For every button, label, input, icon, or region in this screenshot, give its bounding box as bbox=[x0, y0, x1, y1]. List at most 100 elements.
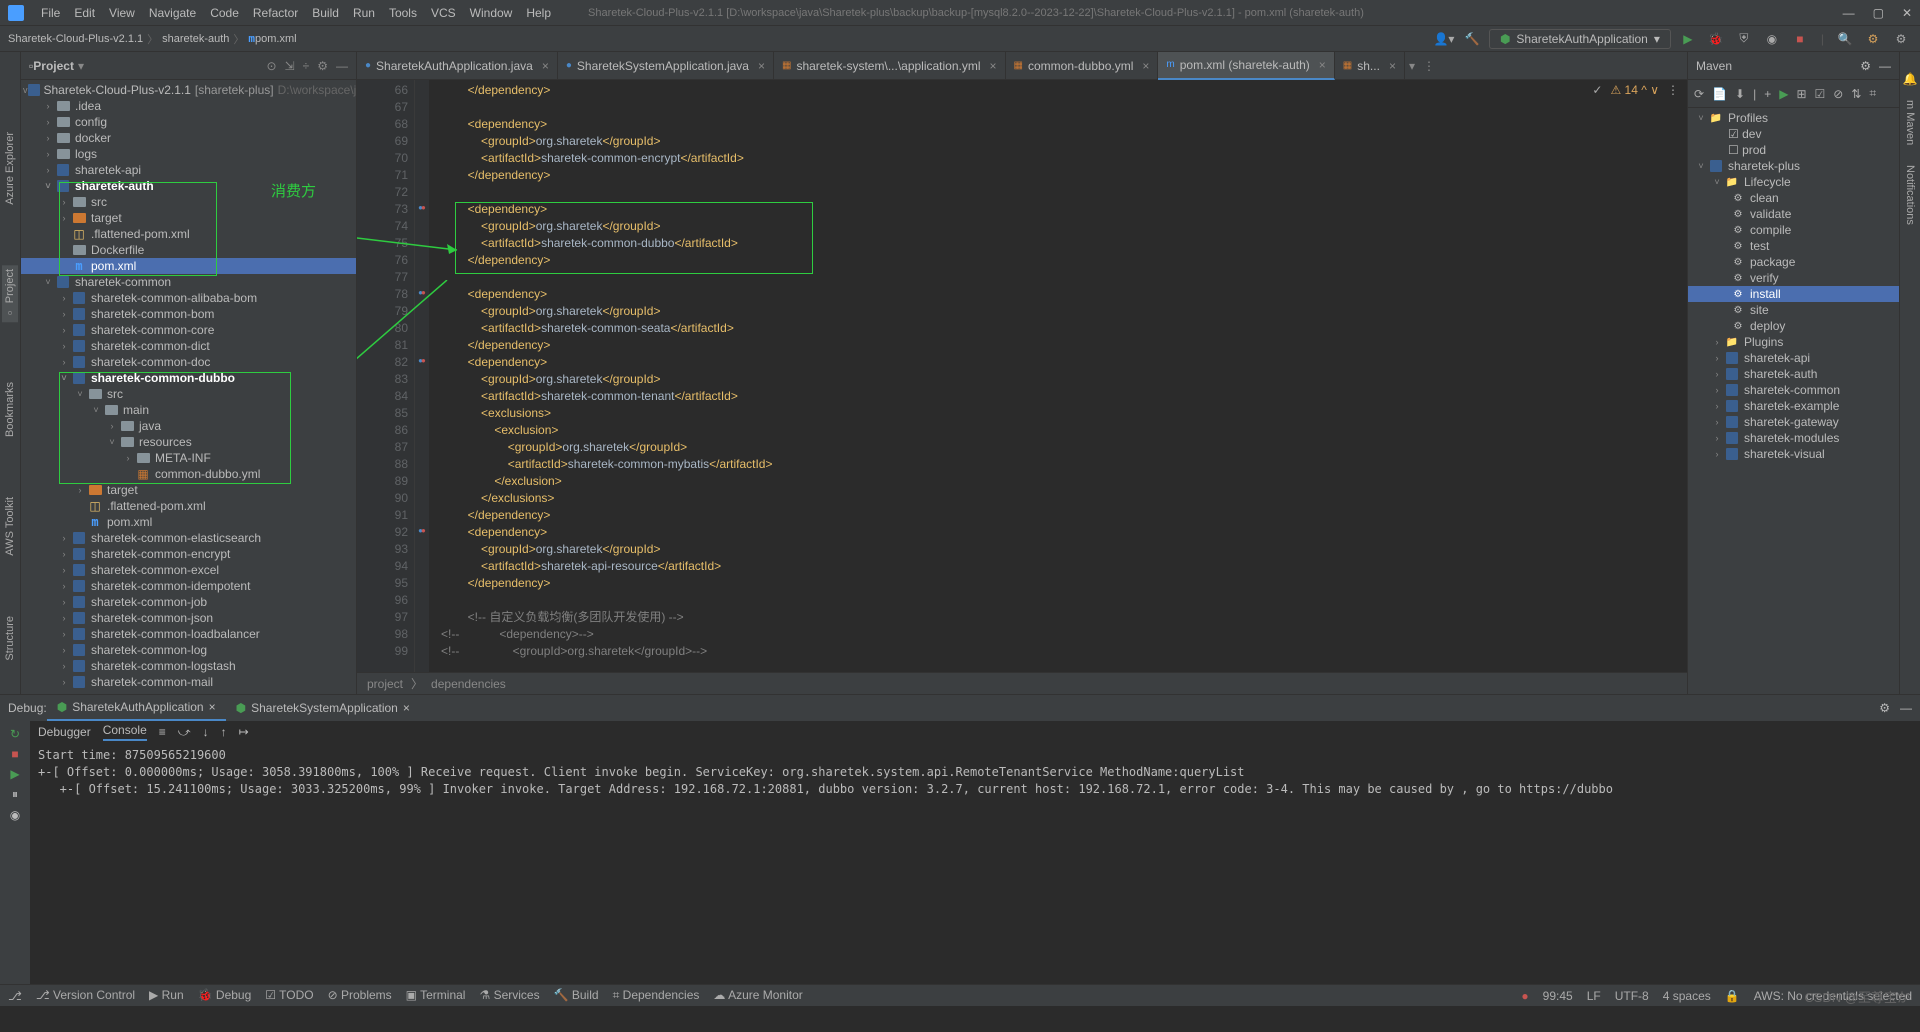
tree-item[interactable]: ˅src bbox=[21, 386, 356, 402]
tree-item[interactable]: Dockerfile bbox=[21, 242, 356, 258]
menu-run[interactable]: Run bbox=[346, 6, 382, 20]
generate-icon[interactable]: 📄 bbox=[1712, 87, 1727, 101]
menu-refactor[interactable]: Refactor bbox=[246, 6, 305, 20]
maven-goal[interactable]: ⚙deploy bbox=[1688, 318, 1899, 334]
debugger-subtab[interactable]: Debugger bbox=[38, 725, 91, 739]
status-enc[interactable]: UTF-8 bbox=[1615, 989, 1649, 1003]
breadcrumb[interactable]: Sharetek-Cloud-Plus-v2.1.1 bbox=[8, 33, 143, 45]
tree-item[interactable]: ▦common-dubbo.yml bbox=[21, 466, 356, 482]
tree-item[interactable]: ›sharetek-common-logstash bbox=[21, 658, 356, 674]
menu-view[interactable]: View bbox=[102, 6, 142, 20]
offline-icon[interactable]: ⇅ bbox=[1851, 87, 1861, 101]
hide-icon[interactable]: — bbox=[336, 59, 348, 73]
debug-tab[interactable]: ⬢SharetekSystemApplication× bbox=[226, 695, 420, 721]
step-into-icon[interactable]: ↓ bbox=[203, 725, 209, 739]
structure-tab[interactable]: Structure bbox=[4, 616, 16, 661]
tree-item[interactable]: ›target bbox=[21, 482, 356, 498]
expand-icon[interactable]: ⇲ bbox=[285, 59, 295, 73]
settings-icon[interactable]: ⚙ bbox=[1860, 59, 1871, 73]
profile-icon[interactable]: ◉ bbox=[1761, 28, 1783, 50]
maven-goal[interactable]: ⚙compile bbox=[1688, 222, 1899, 238]
maven-profiles[interactable]: ˅📁Profiles bbox=[1688, 110, 1899, 126]
maven-goal[interactable]: ⚙site bbox=[1688, 302, 1899, 318]
tree-item[interactable]: ›.idea bbox=[21, 98, 356, 114]
gear-icon[interactable]: ⚙ bbox=[1890, 28, 1912, 50]
menu-window[interactable]: Window bbox=[463, 6, 520, 20]
status-item[interactable]: ☑ TODO bbox=[265, 988, 313, 1002]
maven-goal[interactable]: ⚙verify bbox=[1688, 270, 1899, 286]
tree-item[interactable]: mpom.xml bbox=[21, 258, 356, 274]
maven-tab[interactable]: m Maven bbox=[1904, 100, 1916, 145]
settings-icon[interactable]: ⚙ bbox=[317, 59, 328, 73]
view-bp-icon[interactable]: ◉ bbox=[10, 808, 20, 822]
tree-item[interactable]: ›sharetek-common-doc bbox=[21, 354, 356, 370]
tree-item[interactable]: ›sharetek-common-dict bbox=[21, 338, 356, 354]
maven-goal[interactable]: ⚙clean bbox=[1688, 190, 1899, 206]
maven-module[interactable]: ›sharetek-auth bbox=[1688, 366, 1899, 382]
settings-icon[interactable]: ⚙ bbox=[1879, 701, 1890, 715]
maven-module[interactable]: ›sharetek-api bbox=[1688, 350, 1899, 366]
hide-icon[interactable]: — bbox=[1900, 701, 1912, 715]
more-icon[interactable]: ≡ bbox=[159, 725, 166, 739]
maven-goal[interactable]: ⚙validate bbox=[1688, 206, 1899, 222]
coverage-icon[interactable]: ⛨ bbox=[1733, 28, 1755, 50]
status-item[interactable]: ▣ Terminal bbox=[406, 988, 466, 1002]
rerun-icon[interactable]: ↻ bbox=[10, 727, 20, 741]
notifications-tab[interactable]: Notifications bbox=[1904, 165, 1916, 225]
maven-module[interactable]: ›sharetek-visual bbox=[1688, 446, 1899, 462]
tree-item[interactable]: ›sharetek-common-log bbox=[21, 642, 356, 658]
tree-item[interactable]: ›docker bbox=[21, 130, 356, 146]
status-indent[interactable]: 4 spaces bbox=[1663, 989, 1711, 1003]
run-config-selector[interactable]: ⬢ SharetekAuthApplication ▾ bbox=[1489, 29, 1671, 49]
tree-item[interactable]: ›config bbox=[21, 114, 356, 130]
project-tab[interactable]: ▫ Project bbox=[2, 265, 18, 322]
menu-edit[interactable]: Edit bbox=[67, 6, 102, 20]
stop-icon[interactable]: ■ bbox=[1789, 28, 1811, 50]
users-icon[interactable]: 👤▾ bbox=[1433, 28, 1455, 50]
warning-badge[interactable]: ⚠ 14 ^ ∨ bbox=[1610, 83, 1659, 97]
menu-code[interactable]: Code bbox=[203, 6, 246, 20]
show-deps-icon[interactable]: ⌗ bbox=[1869, 86, 1876, 101]
resume-icon[interactable]: ▶ bbox=[10, 767, 19, 781]
hide-icon[interactable]: — bbox=[1879, 59, 1891, 73]
tree-item[interactable]: ◫.flattened-pom.xml bbox=[21, 498, 356, 514]
status-item[interactable]: ⚗ Services bbox=[479, 988, 539, 1002]
tree-item[interactable]: ›sharetek-common-core bbox=[21, 322, 356, 338]
tree-item[interactable]: mpom.xml bbox=[21, 514, 356, 530]
maven-module[interactable]: ›sharetek-gateway bbox=[1688, 414, 1899, 430]
azure-explorer-tab[interactable]: Azure Explorer bbox=[4, 132, 16, 205]
download-icon[interactable]: ⬇ bbox=[1735, 87, 1745, 101]
tree-item[interactable]: ›logs bbox=[21, 146, 356, 162]
menu-navigate[interactable]: Navigate bbox=[142, 6, 203, 20]
minimize-icon[interactable]: — bbox=[1843, 6, 1855, 20]
maven-module[interactable]: ›sharetek-modules bbox=[1688, 430, 1899, 446]
run-to-cursor-icon[interactable]: ↦ bbox=[239, 725, 249, 739]
tree-item[interactable]: ›sharetek-common-elasticsearch bbox=[21, 530, 356, 546]
maven-module[interactable]: ›sharetek-example bbox=[1688, 398, 1899, 414]
debug-tab[interactable]: ⬢SharetekAuthApplication× bbox=[47, 695, 226, 721]
maximize-icon[interactable]: ▢ bbox=[1873, 6, 1884, 20]
status-item[interactable]: ☁ Azure Monitor bbox=[713, 988, 802, 1002]
run-icon[interactable]: ▶ bbox=[1779, 87, 1788, 101]
tree-item[interactable]: ˅sharetek-common-dubbo bbox=[21, 370, 356, 386]
stop-icon[interactable]: ■ bbox=[11, 747, 18, 761]
tree-item[interactable]: ›sharetek-common-alibaba-bom bbox=[21, 290, 356, 306]
editor-tab[interactable]: ▦common-dubbo.yml× bbox=[1006, 52, 1159, 80]
tree-item[interactable]: ›sharetek-common-encrypt bbox=[21, 546, 356, 562]
tab-list-icon[interactable]: ⋮ bbox=[1423, 59, 1435, 73]
status-item[interactable]: ▶ Run bbox=[149, 988, 184, 1002]
maven-goal[interactable]: ⚙test bbox=[1688, 238, 1899, 254]
more-tabs-icon[interactable]: ▾ bbox=[1409, 59, 1415, 73]
menu-help[interactable]: Help bbox=[519, 6, 558, 20]
hammer-icon[interactable]: 🔨 bbox=[1461, 28, 1483, 50]
maven-goal[interactable]: ⚙package bbox=[1688, 254, 1899, 270]
tree-item[interactable]: ›sharetek-api bbox=[21, 162, 356, 178]
status-item[interactable]: ⊘ Problems bbox=[328, 988, 392, 1002]
editor-tab[interactable]: mpom.xml (sharetek-auth)× bbox=[1158, 52, 1334, 80]
branch-icon[interactable]: ⎇ bbox=[8, 989, 22, 1003]
menu-build[interactable]: Build bbox=[305, 6, 346, 20]
tree-item[interactable]: ˅resources bbox=[21, 434, 356, 450]
editor-tab[interactable]: ●SharetekAuthApplication.java× bbox=[357, 52, 558, 80]
code-area[interactable]: </dependency> <dependency> <groupId>org.… bbox=[429, 80, 1687, 672]
status-lf[interactable]: LF bbox=[1587, 989, 1601, 1003]
